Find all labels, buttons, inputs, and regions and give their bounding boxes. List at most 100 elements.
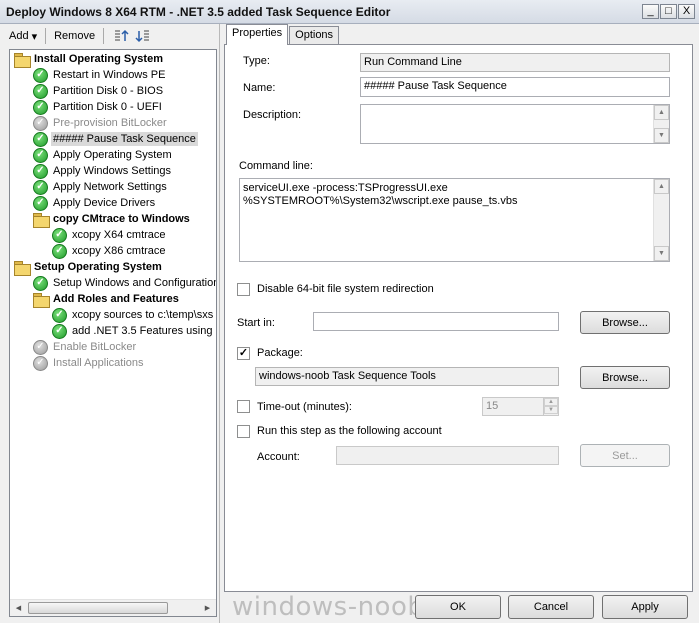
timeout-spinner[interactable]: 15 ▲ ▼ bbox=[482, 397, 559, 416]
tree-item[interactable]: Add Roles and Features bbox=[33, 291, 181, 308]
tree-item-label: Apply Windows Settings bbox=[53, 165, 171, 177]
tree-item-label: Apply Device Drivers bbox=[53, 197, 156, 209]
tree-item[interactable]: ✓ Apply Windows Settings bbox=[33, 163, 173, 179]
package-field: windows-noob Task Sequence Tools bbox=[255, 367, 559, 386]
disabled-icon: ✓ bbox=[33, 115, 48, 131]
package-browse-button[interactable]: Browse... bbox=[580, 366, 670, 389]
tree-item-label: Setup Operating System bbox=[34, 261, 162, 273]
timeout-value: 15 bbox=[486, 400, 499, 412]
scrollbar-thumb[interactable] bbox=[28, 602, 168, 614]
tree-item[interactable]: Install Operating System bbox=[14, 51, 165, 68]
tree-item[interactable]: ✓ xcopy X64 cmtrace bbox=[52, 227, 168, 243]
description-textarea[interactable]: ▲ ▼ bbox=[360, 104, 670, 144]
window-controls: _ □ X bbox=[642, 4, 695, 19]
tree-toolbar: Add ▾ Remove bbox=[4, 26, 151, 46]
tree-item[interactable]: Setup Operating System bbox=[14, 259, 164, 276]
tree-item[interactable]: ✓ Partition Disk 0 - BIOS bbox=[33, 83, 165, 99]
start-in-browse-button[interactable]: Browse... bbox=[580, 311, 670, 334]
left-pane: Add ▾ Remove Install Operating System ✓ Re… bbox=[0, 24, 220, 623]
check-icon: ✓ bbox=[52, 307, 67, 323]
tree-item[interactable]: ✓ Enable BitLocker bbox=[33, 339, 138, 355]
maximize-button[interactable]: □ bbox=[660, 4, 677, 19]
account-label: Account: bbox=[257, 451, 300, 463]
tree-item[interactable]: copy CMtrace to Windows bbox=[33, 211, 192, 228]
timeout-checkbox[interactable] bbox=[237, 400, 250, 413]
scroll-left-icon[interactable]: ◀ bbox=[10, 600, 27, 616]
tab-strip: Properties Options bbox=[226, 24, 340, 45]
type-field: Run Command Line bbox=[360, 53, 670, 72]
name-label: Name: bbox=[243, 82, 276, 94]
account-input[interactable] bbox=[336, 446, 559, 465]
check-icon: ✓ bbox=[33, 83, 48, 99]
check-icon: ✓ bbox=[33, 131, 48, 147]
tree-item-label: Setup Windows and Configuration bbox=[53, 277, 216, 289]
scroll-down-icon[interactable]: ▼ bbox=[654, 128, 669, 143]
horizontal-scrollbar[interactable]: ◀ ▶ bbox=[10, 599, 216, 616]
tree-item[interactable]: ✓ Apply Device Drivers bbox=[33, 195, 157, 211]
tree-item[interactable]: ✓ ##### Pause Task Sequence bbox=[33, 131, 198, 147]
tree-item[interactable]: ✓ xcopy X86 cmtrace bbox=[52, 243, 168, 259]
check-icon: ✓ bbox=[33, 67, 48, 83]
command-line-textarea[interactable]: serviceUI.exe -process:TSProgressUI.exe … bbox=[239, 178, 670, 262]
scroll-up-icon[interactable]: ▲ bbox=[654, 179, 669, 194]
chevron-down-icon: ▾ bbox=[31, 30, 38, 43]
set-account-button[interactable]: Set... bbox=[580, 444, 670, 467]
command-line-label: Command line: bbox=[239, 160, 313, 172]
tab-options[interactable]: Options bbox=[289, 26, 340, 45]
run-as-checkbox[interactable] bbox=[237, 425, 250, 438]
check-icon: ✓ bbox=[33, 275, 48, 291]
tree-item-label: xcopy X86 cmtrace bbox=[72, 245, 166, 257]
check-icon: ✓ bbox=[33, 99, 48, 115]
tree-item-label: Restart in Windows PE bbox=[53, 69, 166, 81]
tree-item-label: Install Operating System bbox=[34, 53, 163, 65]
spin-up-icon[interactable]: ▲ bbox=[544, 398, 558, 406]
minimize-button[interactable]: _ bbox=[642, 4, 659, 19]
tab-properties[interactable]: Properties bbox=[226, 24, 289, 45]
tree-item[interactable]: ✓ Install Applications bbox=[33, 355, 146, 371]
description-scrollbar[interactable]: ▲ ▼ bbox=[653, 105, 669, 143]
close-button[interactable]: X bbox=[678, 4, 695, 19]
name-input[interactable]: ##### Pause Task Sequence bbox=[360, 77, 670, 97]
command-line-scrollbar[interactable]: ▲ ▼ bbox=[653, 179, 669, 261]
remove-button[interactable]: Remove bbox=[49, 28, 100, 44]
start-in-input[interactable] bbox=[313, 312, 559, 331]
run-as-label: Run this step as the following account bbox=[257, 425, 442, 437]
spinner-arrows[interactable]: ▲ ▼ bbox=[543, 398, 558, 415]
check-icon: ✓ bbox=[52, 243, 67, 259]
spin-down-icon[interactable]: ▼ bbox=[544, 406, 558, 414]
task-sequence-tree[interactable]: Install Operating System ✓ Restart in Wind… bbox=[9, 49, 217, 617]
tree-item[interactable]: ✓ add .NET 3.5 Features using D bbox=[52, 323, 216, 339]
description-label: Description: bbox=[243, 109, 302, 121]
folder-icon bbox=[33, 292, 50, 308]
tree-item[interactable]: ✓ Apply Operating System bbox=[33, 147, 174, 163]
move-down-icon[interactable] bbox=[135, 28, 151, 44]
tree-item[interactable]: ✓ Restart in Windows PE bbox=[33, 67, 167, 83]
type-label: Type: bbox=[243, 55, 270, 67]
check-icon: ✓ bbox=[52, 323, 67, 339]
move-up-icon[interactable] bbox=[113, 28, 129, 44]
tree-item[interactable]: ✓ Setup Windows and Configuration bbox=[33, 275, 216, 291]
command-line-text: serviceUI.exe -process:TSProgressUI.exe … bbox=[243, 182, 518, 207]
scroll-up-icon[interactable]: ▲ bbox=[654, 105, 669, 120]
disable-redirection-checkbox[interactable] bbox=[237, 283, 250, 296]
tree-item[interactable]: ✓ Pre-provision BitLocker bbox=[33, 115, 169, 131]
tree-item[interactable]: ✓ Partition Disk 0 - UEFI bbox=[33, 99, 164, 115]
tree-item[interactable]: ✓ Apply Network Settings bbox=[33, 179, 169, 195]
folder-icon bbox=[14, 52, 31, 68]
tree-item-label: Partition Disk 0 - BIOS bbox=[53, 85, 164, 97]
tree-item[interactable]: ✓ xcopy sources to c:\temp\sxs bbox=[52, 307, 215, 323]
check-icon: ✓ bbox=[33, 195, 48, 211]
package-label: Package: bbox=[257, 347, 303, 359]
tree-item-label: Pre-provision BitLocker bbox=[53, 117, 167, 129]
disabled-icon: ✓ bbox=[33, 355, 48, 371]
add-menu-button[interactable]: Add ▾ bbox=[4, 28, 42, 45]
title-bar: Deploy Windows 8 X64 RTM - .NET 3.5 adde… bbox=[0, 0, 699, 24]
apply-button[interactable]: Apply bbox=[602, 595, 688, 619]
scroll-right-icon[interactable]: ▶ bbox=[199, 600, 216, 616]
scroll-down-icon[interactable]: ▼ bbox=[654, 246, 669, 261]
ok-button[interactable]: OK bbox=[415, 595, 501, 619]
cancel-button[interactable]: Cancel bbox=[508, 595, 594, 619]
package-checkbox[interactable]: ✓ bbox=[237, 347, 250, 360]
check-icon: ✓ bbox=[33, 163, 48, 179]
tree-item-label: ##### Pause Task Sequence bbox=[51, 132, 198, 146]
